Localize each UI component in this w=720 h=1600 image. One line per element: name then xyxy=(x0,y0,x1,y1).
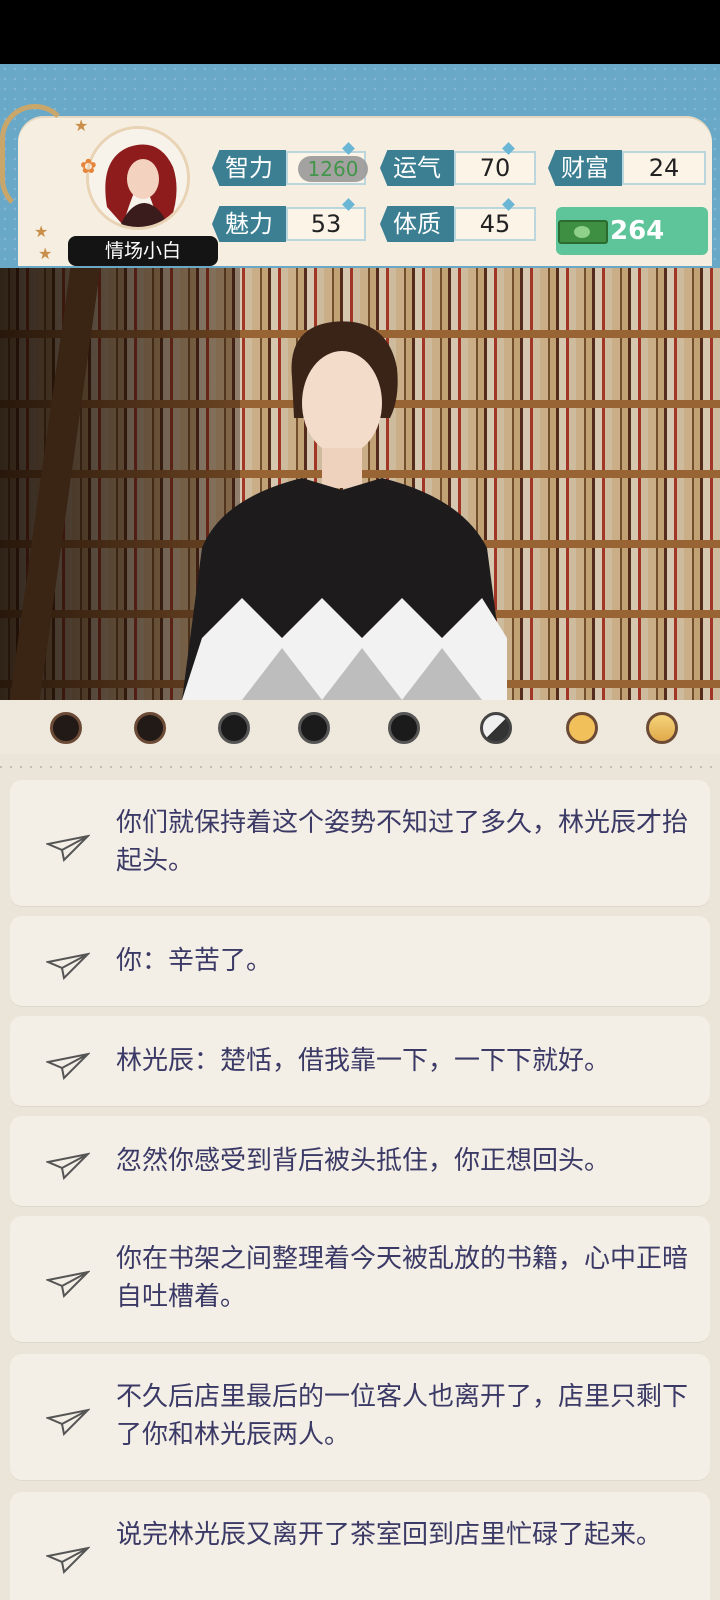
cash-icon xyxy=(558,220,608,244)
log-text: 你：辛苦了。 xyxy=(116,946,273,976)
log-text: 不久后店里最后的一位客人也离开了，店里只剩下了你和林光辰两人。 xyxy=(116,1382,689,1450)
stat-label: 魅力 xyxy=(212,206,286,242)
story-log[interactable]: 你们就保持着这个姿势不知过了多久，林光辰才抬起头。 你：辛苦了。 林光辰：楚恬，… xyxy=(0,754,720,1600)
log-entry[interactable]: 说完林光辰又离开了茶室回到店里忙碌了起来。 xyxy=(10,1492,710,1600)
paper-plane-icon xyxy=(46,952,90,980)
stat-value: 24 xyxy=(622,151,706,185)
stat-value: 70 xyxy=(454,151,536,185)
paper-plane-icon xyxy=(46,1408,90,1436)
money-amount: 264 xyxy=(610,216,665,246)
progress-indicator xyxy=(0,700,720,754)
progress-dot[interactable] xyxy=(134,712,166,744)
progress-dot[interactable] xyxy=(218,712,250,744)
log-text: 忽然你感受到背后被头抵住，你正想回头。 xyxy=(116,1146,611,1176)
stat-value-overlay: 1260 xyxy=(298,156,368,182)
player-avatar[interactable] xyxy=(86,126,190,230)
star-icon: ★ xyxy=(74,116,89,135)
log-entry[interactable]: 你在书架之间整理着今天被乱放的书籍，心中正暗自吐槽着。 xyxy=(10,1216,710,1342)
star-icon: ★ xyxy=(38,244,53,263)
status-bar xyxy=(0,0,720,64)
progress-dot[interactable] xyxy=(566,712,598,744)
paper-plane-icon xyxy=(46,834,90,862)
log-entry[interactable]: 忽然你感受到背后被头抵住，你正想回头。 xyxy=(10,1116,710,1206)
progress-dot[interactable] xyxy=(388,712,420,744)
log-text: 你在书架之间整理着今天被乱放的书籍，心中正暗自吐槽着。 xyxy=(116,1244,689,1312)
log-text: 林光辰：楚恬，借我靠一下，一下下就好。 xyxy=(116,1046,611,1076)
character-portrait xyxy=(182,321,507,700)
stat-label: 运气 xyxy=(380,150,454,186)
player-title: 情场小白 xyxy=(68,236,218,266)
stat-value: 53 xyxy=(286,207,366,241)
paper-plane-icon xyxy=(46,1546,90,1574)
progress-dot[interactable] xyxy=(298,712,330,744)
log-entry[interactable]: 不久后店里最后的一位客人也离开了，店里只剩下了你和林光辰两人。 xyxy=(10,1354,710,1480)
progress-dot[interactable] xyxy=(50,712,82,744)
stat-label: 财富 xyxy=(548,150,622,186)
stat-value: 45 xyxy=(454,207,536,241)
avatar-portrait xyxy=(89,129,187,227)
progress-dot[interactable] xyxy=(646,712,678,744)
star-icon: ★ xyxy=(34,222,49,241)
log-entry[interactable]: 你们就保持着这个姿势不知过了多久，林光辰才抬起头。 xyxy=(10,780,710,906)
log-text: 你们就保持着这个姿势不知过了多久，林光辰才抬起头。 xyxy=(116,808,689,876)
stat-label: 体质 xyxy=(380,206,454,242)
log-entry[interactable]: 林光辰：楚恬，借我靠一下，一下下就好。 xyxy=(10,1016,710,1106)
log-text: 说完林光辰又离开了茶室回到店里忙碌了起来。 xyxy=(116,1520,663,1550)
paper-plane-icon xyxy=(46,1052,90,1080)
paper-plane-icon xyxy=(46,1270,90,1298)
paper-plane-icon xyxy=(46,1152,90,1180)
progress-dot[interactable] xyxy=(480,712,512,744)
flower-icon: ✿ xyxy=(80,154,97,178)
money-button[interactable]: 264 xyxy=(556,207,708,255)
stat-label: 智力 xyxy=(212,150,286,186)
log-entry[interactable]: 你：辛苦了。 xyxy=(10,916,710,1006)
story-scene[interactable] xyxy=(0,268,720,700)
decorative-ring xyxy=(0,104,70,214)
